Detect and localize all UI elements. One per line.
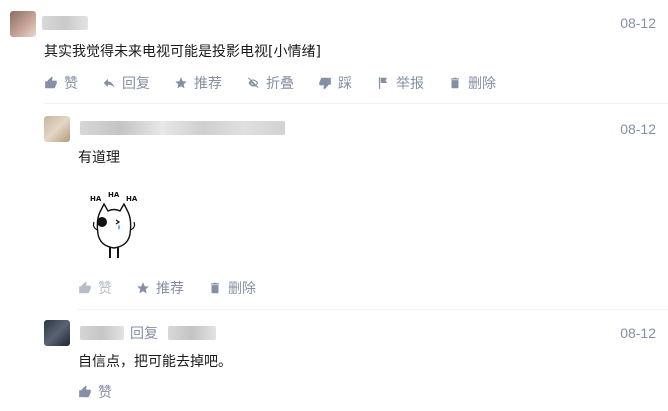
like-button[interactable]: 赞 — [78, 382, 112, 402]
username-blurred[interactable] — [42, 16, 88, 30]
avatar[interactable] — [44, 116, 70, 142]
comment-date: 08-12 — [620, 15, 656, 31]
eye-off-icon — [247, 77, 259, 88]
recommend-button[interactable]: 推荐 — [136, 278, 184, 298]
thumbs-up-icon — [79, 385, 91, 398]
reply-to-label: 回复 — [130, 326, 158, 342]
like-button[interactable]: 赞 — [44, 73, 78, 93]
comment-1: 08-12 其实我觉得未来电视可能是投影电视[小情绪] 赞 回复 推荐 折叠 踩… — [0, 0, 668, 105]
recommend-button[interactable]: 推荐 — [174, 73, 222, 93]
sticker-text: HA — [108, 191, 120, 199]
delete-button[interactable]: 删除 — [208, 278, 256, 298]
avatar[interactable] — [10, 11, 36, 37]
comment-text: 有道理 — [78, 150, 120, 166]
thumbs-up-icon — [79, 281, 91, 294]
comment-3: 回复 08-12 自信点，把可能去掉吧。 赞 — [0, 310, 668, 411]
collapse-button[interactable]: 折叠 — [246, 73, 294, 93]
star-icon — [175, 77, 187, 89]
comment-text: 其实我觉得未来电视可能是投影电视[小情绪] — [44, 44, 321, 60]
comment-date: 08-12 — [620, 121, 656, 137]
dislike-button[interactable]: 踩 — [318, 73, 352, 93]
reply-button[interactable]: 回复 — [102, 73, 150, 93]
trash-icon — [210, 282, 220, 294]
delete-button[interactable]: 删除 — [448, 73, 496, 93]
comment-actions: 赞 回复 推荐 折叠 踩 举报 删除 — [44, 73, 520, 93]
thumbs-down-icon — [319, 77, 331, 90]
comment-actions: 赞 — [78, 382, 136, 402]
reply-icon — [103, 78, 115, 88]
reply-target-username-blurred[interactable] — [168, 326, 216, 340]
username-blurred[interactable] — [80, 121, 285, 135]
like-button[interactable]: 赞 — [78, 278, 112, 298]
star-icon — [137, 282, 149, 294]
thumbs-up-icon — [45, 76, 57, 89]
sticker-text: HA — [90, 195, 102, 203]
avatar[interactable] — [44, 320, 70, 346]
trash-icon — [450, 77, 460, 89]
laughing-cat-sticker: HA HA HA — [90, 191, 138, 258]
sticker-text: HA — [126, 195, 138, 203]
comment-text: 自信点，把可能去掉吧。 — [78, 354, 232, 370]
comment-date: 08-12 — [620, 325, 656, 341]
divider — [44, 103, 668, 104]
comment-2: 08-12 有道理 HA HA HA 赞 推荐 删除 — [0, 106, 668, 310]
flag-icon — [378, 77, 388, 89]
report-button[interactable]: 举报 — [376, 73, 424, 93]
comment-actions: 赞 推荐 删除 — [78, 278, 280, 298]
username-blurred[interactable] — [80, 326, 124, 340]
